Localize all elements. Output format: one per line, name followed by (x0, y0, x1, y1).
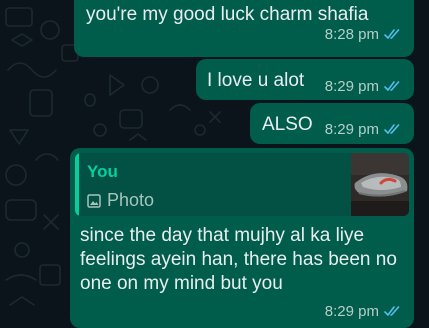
message-time: 8:28 pm (324, 26, 379, 43)
message-meta: 8:29 pm (325, 121, 402, 138)
outgoing-reply-message-bubble[interactable]: You Photo since the day that mujhy al ka… (70, 148, 414, 328)
double-check-icon (384, 306, 400, 316)
double-check-icon (384, 81, 400, 91)
quoted-author: You (87, 162, 118, 181)
message-meta: 8:28 pm (325, 26, 402, 43)
outgoing-message-bubble[interactable]: you're my good luck charm shafia 8:28 pm (74, 0, 414, 57)
message-time: 8:29 pm (324, 78, 379, 95)
quoted-media-type: Photo (87, 190, 154, 211)
message-text: you're my good luck charm shafia (86, 4, 369, 25)
quoted-photo-thumbnail (351, 153, 409, 216)
message-text: I love u alot (207, 70, 305, 91)
message-time: 8:29 pm (324, 303, 379, 320)
message-meta: 8:29 pm (325, 303, 402, 320)
quoted-media-label: Photo (107, 190, 155, 210)
message-text: ALSO (262, 114, 313, 135)
message-time: 8:29 pm (324, 121, 379, 138)
outgoing-message-bubble[interactable]: I love u alot 8:29 pm (196, 59, 414, 100)
message-meta: 8:29 pm (325, 78, 402, 95)
outgoing-message-bubble[interactable]: ALSO 8:29 pm (250, 103, 414, 144)
photo-icon (87, 193, 101, 208)
double-check-icon (384, 124, 400, 134)
quoted-message[interactable]: You Photo (75, 153, 409, 216)
quote-accent-bar (75, 153, 79, 216)
double-check-icon (384, 29, 400, 39)
message-text: since the day that mujhy al ka liye feel… (80, 225, 397, 294)
